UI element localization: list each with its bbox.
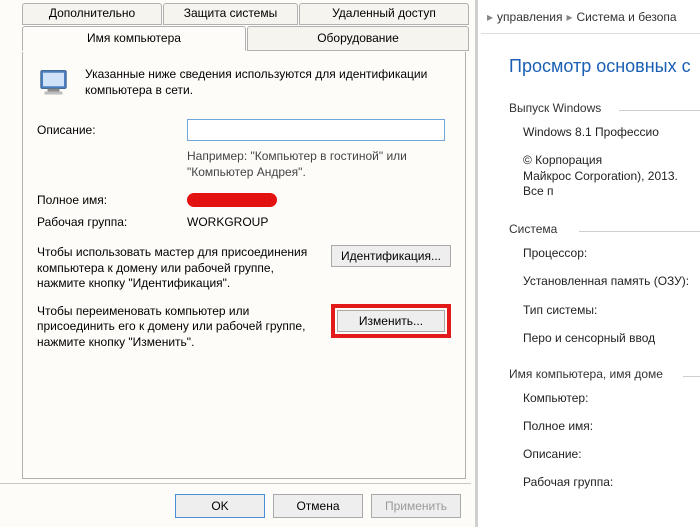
group-computer-names: Имя компьютера, имя доме — [509, 367, 696, 383]
tab-computer-name[interactable]: Имя компьютера — [22, 26, 246, 51]
edition-copyright: © Корпорация Майкрос Corporation), 2013.… — [523, 153, 696, 200]
sys-touch-label: Перо и сенсорный ввод — [523, 331, 696, 345]
tab-additional[interactable]: Дополнительно — [22, 3, 162, 25]
tab-remote-access[interactable]: Удаленный доступ — [299, 3, 469, 25]
description-label: Описание: — [37, 123, 187, 137]
chevron-right-icon: ▸ — [487, 10, 493, 24]
description-input[interactable] — [187, 119, 445, 141]
sys-type-label: Тип системы: — [523, 303, 696, 317]
breadcrumb[interactable]: ▸ управления ▸ Система и безопа — [481, 0, 700, 34]
workgroup-label: Рабочая группа: — [37, 215, 187, 229]
fullname-label: Полное имя: — [37, 193, 187, 207]
fullname-redacted — [187, 193, 277, 207]
cancel-button[interactable]: Отмена — [273, 494, 363, 518]
name-workgroup-label: Рабочая группа: — [523, 475, 696, 489]
change-button-highlight: Изменить... — [331, 304, 451, 338]
chevron-right-icon: ▸ — [566, 10, 572, 24]
system-info-body: Просмотр основных с Выпуск Windows Windo… — [481, 34, 700, 489]
sys-cpu-label: Процессор: — [523, 246, 696, 260]
ok-button[interactable]: OK — [175, 494, 265, 518]
breadcrumb-part2[interactable]: Система и безопа — [577, 10, 677, 24]
workgroup-value: WORKGROUP — [187, 215, 451, 229]
tab-system-protection[interactable]: Защита системы — [163, 3, 298, 25]
breadcrumb-part1[interactable]: управления — [497, 10, 562, 24]
identify-button[interactable]: Идентификация... — [331, 245, 451, 267]
control-panel-window: ▸ управления ▸ Система и безопа Просмотр… — [481, 0, 700, 527]
dialog-footer: OK Отмена Применить — [0, 483, 471, 527]
name-full-label: Полное имя: — [523, 419, 696, 433]
intro-text: Указанные ниже сведения используются для… — [85, 66, 451, 105]
edition-name: Windows 8.1 Профессио — [523, 125, 696, 139]
change-help-text: Чтобы переименовать компьютер или присое… — [37, 304, 317, 351]
sys-ram-label: Установленная память (ОЗУ): — [523, 274, 696, 290]
system-properties-dialog: Дополнительно Защита системы Удаленный д… — [0, 0, 478, 527]
name-desc-label: Описание: — [523, 447, 696, 461]
group-windows-edition: Выпуск Windows — [509, 101, 696, 117]
change-button[interactable]: Изменить... — [337, 310, 445, 332]
identify-help-text: Чтобы использовать мастер для присоедине… — [37, 245, 317, 292]
name-computer-label: Компьютер: — [523, 391, 696, 405]
tab-strip: Дополнительно Защита системы Удаленный д… — [0, 0, 475, 54]
tab-body-computer-name: Указанные ниже сведения используются для… — [22, 52, 466, 479]
description-hint: Например: "Компьютер в гостиной" или "Ко… — [187, 149, 451, 180]
tab-hardware[interactable]: Оборудование — [247, 26, 469, 51]
page-title: Просмотр основных с — [509, 56, 696, 77]
group-system: Система — [509, 222, 696, 238]
apply-button[interactable]: Применить — [371, 494, 461, 518]
computer-icon — [37, 66, 73, 105]
